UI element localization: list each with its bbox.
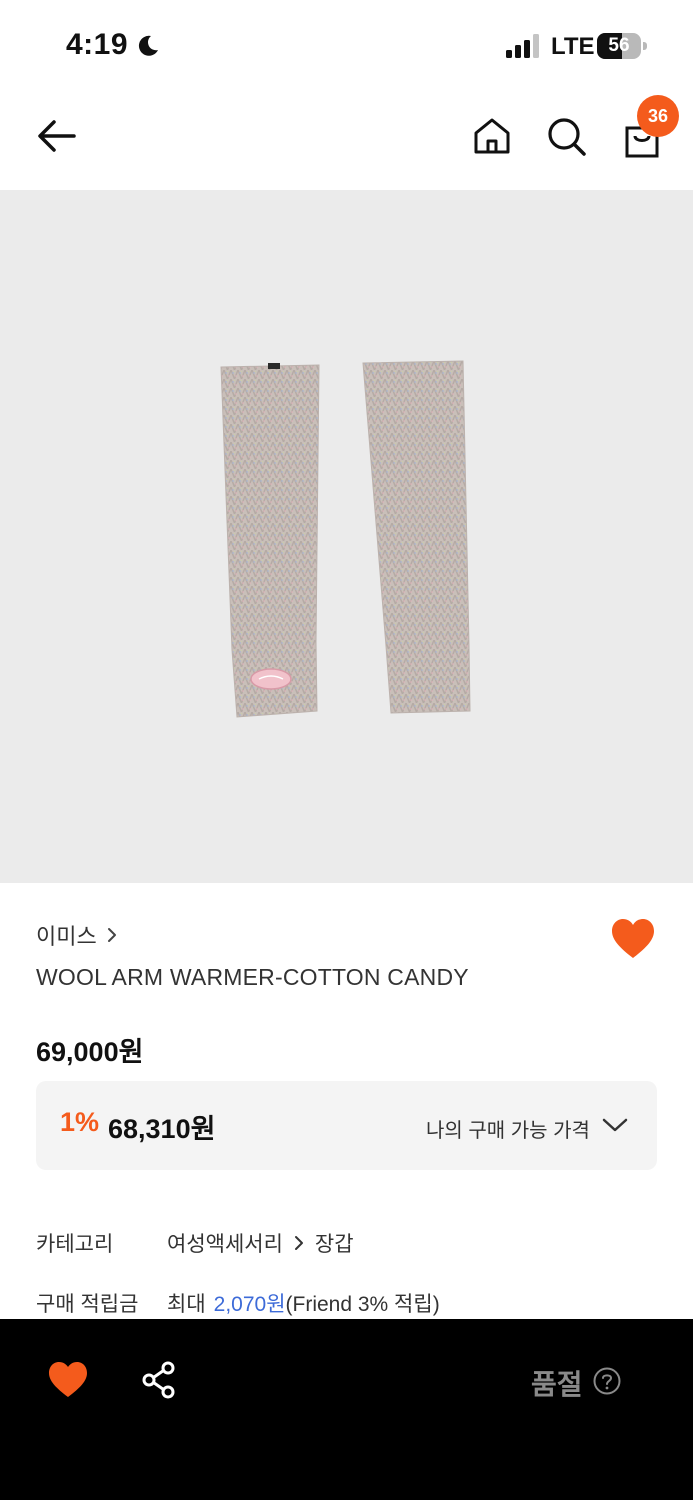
top-navigation [0,90,693,190]
favorite-heart-icon[interactable] [610,918,656,960]
brand-link[interactable]: 이미스 [36,920,119,950]
points-amount: 2,070원 [213,1293,286,1316]
search-icon[interactable] [546,116,588,158]
chevron-right-icon [294,1236,303,1250]
my-price-label: 나의 구매 가능 가격 [426,1120,590,1142]
category-sub[interactable]: 장갑 [315,1228,354,1258]
points-row: 구매 적립금 최대 2,070원 (Friend 3% 적립) [36,1288,440,1318]
arm-warmer-illustration [220,360,471,718]
discounted-price: 68,310원 [108,1114,216,1144]
points-value: 최대 2,070원 (Friend 3% 적립) [167,1288,440,1318]
product-price: 69,000원 [36,1037,144,1067]
moon-icon [138,35,158,56]
chevron-right-icon [107,928,116,942]
home-icon[interactable] [472,116,512,156]
battery-icon: 56 [597,33,647,59]
brand-name: 이미스 [36,924,97,949]
chevron-down-icon [602,1118,628,1132]
status-time: 4:19 [66,28,129,61]
product-image[interactable] [0,190,693,883]
cart-count-badge: 36 [637,95,679,137]
category-main[interactable]: 여성액세서리 [167,1228,283,1258]
help-question-icon[interactable] [593,1367,621,1395]
back-arrow-icon[interactable] [34,116,80,156]
product-title: WOOL ARM WARMER-COTTON CANDY [36,964,469,990]
category-row: 카테고리 여성액세서리 장갑 [36,1228,354,1258]
battery-percent: 56 [608,35,630,56]
my-price-dropdown[interactable]: 1% 68,310원 나의 구매 가능 가격 [36,1081,657,1170]
sold-out-label: 품절 [531,1369,583,1400]
points-prefix: 최대 [167,1293,206,1316]
points-label: 구매 적립금 [36,1293,139,1316]
discount-rate: 1% [60,1107,100,1137]
status-bar: 4:19 LTE 56 [0,0,693,90]
favorite-heart-icon[interactable] [47,1361,89,1399]
category-label: 카테고리 [36,1233,114,1256]
points-suffix: (Friend 3% 적립) [285,1293,440,1316]
category-path[interactable]: 여성액세서리 장갑 [167,1228,354,1258]
network-type: LTE [551,33,595,60]
share-icon[interactable] [141,1361,177,1399]
bottom-action-bar: 품절 [0,1319,693,1500]
cellular-signal-icon [506,34,539,58]
